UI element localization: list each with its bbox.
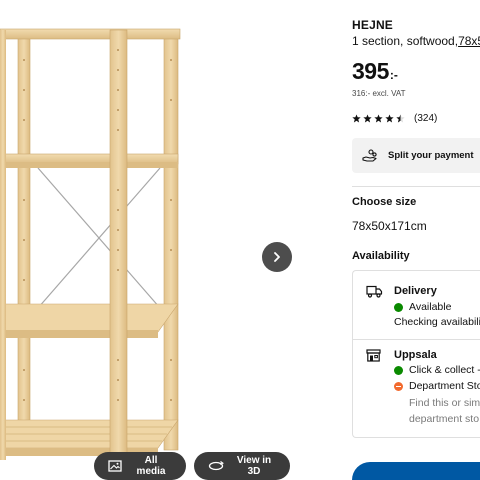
price-excl-vat: 316:- excl. VAT <box>352 89 406 98</box>
star-icon <box>363 114 372 123</box>
product-image-gallery: All media View in 3D <box>0 0 300 480</box>
delivery-status: Available <box>394 301 451 313</box>
all-media-button[interactable]: All media <box>94 452 186 480</box>
store-name[interactable]: Uppsala <box>394 349 437 361</box>
click-collect-text: Click & collect - <box>409 364 480 376</box>
price-suffix: :- <box>389 68 398 82</box>
delivery-title: Delivery <box>394 285 437 297</box>
availability-card: Delivery Available Checking availabili U… <box>352 270 480 438</box>
delivery-note-text: Checking availabili <box>394 316 480 328</box>
product-info-panel: HEJNE 1 section, softwood,78x5 395 :- 31… <box>352 0 480 480</box>
hand-coins-icon <box>362 148 377 162</box>
price-main: 395 <box>352 58 389 84</box>
divider <box>353 339 480 340</box>
product-description-text: 1 section, softwood, <box>352 34 459 48</box>
choose-size-heading: Choose size <box>352 196 417 208</box>
star-icon <box>385 114 394 123</box>
availability-heading: Availability <box>352 250 410 262</box>
delivery-status-text: Available <box>409 301 452 313</box>
department-status: Department Sto <box>394 380 480 392</box>
click-collect-status: Click & collect - <box>394 364 480 376</box>
divider <box>352 186 480 187</box>
store-icon <box>366 349 381 362</box>
truck-icon <box>366 285 383 298</box>
rotate-3d-icon <box>208 461 224 471</box>
chevron-right-icon <box>274 252 280 262</box>
rating-count: (324) <box>414 113 438 124</box>
split-payment-button[interactable]: Split your payment <box>352 138 480 173</box>
all-media-label: All media <box>136 455 166 477</box>
next-image-button[interactable] <box>262 242 292 272</box>
product-dimensions-link[interactable]: 78x5 <box>458 34 480 48</box>
star-icon <box>374 114 383 123</box>
product-name: HEJNE <box>352 18 394 32</box>
half-star-icon <box>396 114 405 123</box>
add-to-cart-button[interactable] <box>352 462 480 480</box>
rating-stars <box>352 114 405 123</box>
view-in-3d-label: View in 3D <box>236 455 272 477</box>
view-in-3d-button[interactable]: View in 3D <box>194 452 290 480</box>
star-icon <box>352 114 361 123</box>
product-price: 395 :- <box>352 58 398 85</box>
product-description: 1 section, softwood,78x5 <box>352 34 480 48</box>
size-value[interactable]: 78x50x171cm <box>352 219 427 233</box>
image-icon <box>108 460 122 472</box>
department-status-text: Department Sto <box>409 380 480 392</box>
split-payment-label: Split your payment <box>388 150 474 161</box>
find-similar-line-2[interactable]: department sto <box>409 413 479 425</box>
product-image <box>0 28 181 461</box>
delivery-note: Checking availabili <box>394 316 480 328</box>
find-similar-line-1[interactable]: Find this or simi <box>409 397 480 409</box>
status-dot-available <box>394 302 403 312</box>
status-dot-limited <box>394 381 403 391</box>
rating[interactable]: (324) <box>352 113 437 124</box>
status-dot-available <box>394 365 403 375</box>
